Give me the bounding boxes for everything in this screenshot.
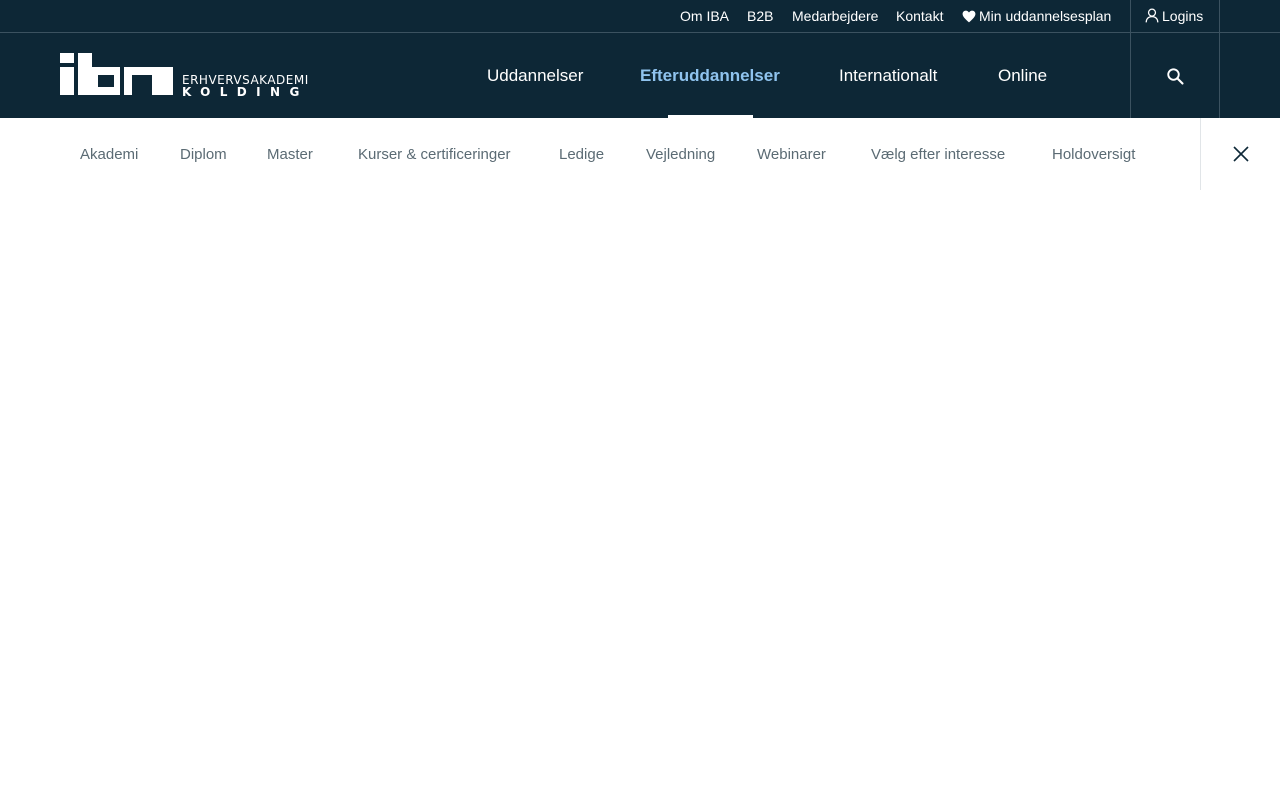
util-link-label: Min uddannelsesplan: [979, 8, 1112, 24]
subnav-kurser-certificeringer[interactable]: Kurser & certificeringer: [358, 118, 511, 190]
util-link-kontakt[interactable]: Kontakt: [896, 0, 943, 32]
logo[interactable]: ERHVERVSAKADEMI KOLDING: [60, 53, 308, 99]
subnav-holdoversigt[interactable]: Holdoversigt: [1052, 118, 1135, 190]
heart-icon: [962, 10, 976, 23]
close-icon: [1232, 146, 1249, 162]
subnav-webinarer[interactable]: Webinarer: [757, 118, 826, 190]
nav-online[interactable]: Online: [998, 33, 1047, 118]
logins-link[interactable]: Logins: [1145, 0, 1203, 32]
user-icon: [1145, 8, 1159, 23]
subnav-ledige[interactable]: Ledige: [559, 118, 604, 190]
logo-line2: KOLDING: [182, 85, 309, 99]
subnav-vejledning[interactable]: Vejledning: [646, 118, 715, 190]
util-link-min-uddannelsesplan[interactable]: Min uddannelsesplan: [962, 0, 1111, 32]
close-subnav-button[interactable]: [1200, 118, 1280, 190]
divider: [1219, 0, 1220, 33]
iba-logo-mark: [60, 53, 173, 95]
subnav-diplom[interactable]: Diplom: [180, 118, 227, 190]
subnav-akademi[interactable]: Akademi: [80, 118, 138, 190]
nav-efteruddannelser[interactable]: Efteruddannelser: [640, 33, 780, 118]
logins-label: Logins: [1162, 8, 1204, 24]
main-header: ERHVERVSAKADEMI KOLDING Uddannelser Efte…: [0, 33, 1280, 118]
divider: [1130, 0, 1131, 33]
subnav-master[interactable]: Master: [267, 118, 313, 190]
subnav-vaelg-efter-interesse[interactable]: Vælg efter interesse: [871, 118, 1005, 190]
sub-nav: Akademi Diplom Master Kurser & certifice…: [0, 118, 1280, 190]
nav-internationalt[interactable]: Internationalt: [839, 33, 937, 118]
util-link-medarbejdere[interactable]: Medarbejdere: [792, 0, 878, 32]
util-link-om-iba[interactable]: Om IBA: [680, 0, 729, 32]
utility-bar: Om IBA B2B Medarbejdere Kontakt Min udda…: [0, 0, 1280, 33]
nav-uddannelser[interactable]: Uddannelser: [487, 33, 583, 118]
util-link-b2b[interactable]: B2B: [747, 0, 773, 32]
search-icon: [1167, 67, 1184, 85]
search-button[interactable]: [1130, 33, 1220, 118]
